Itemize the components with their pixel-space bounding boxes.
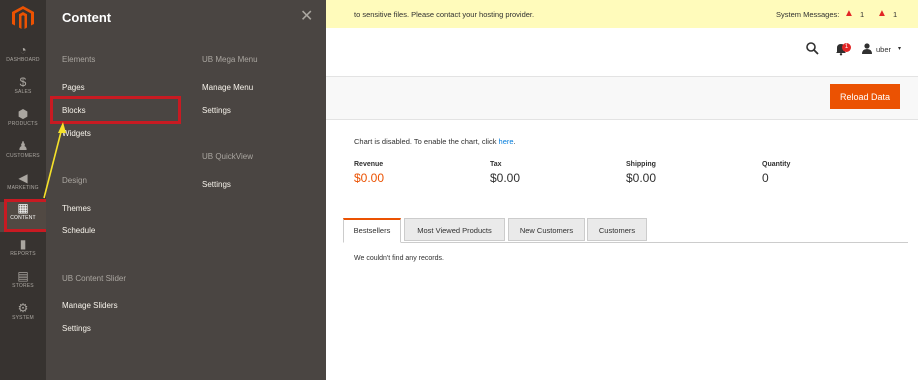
magento-logo[interactable] — [12, 6, 34, 30]
close-icon[interactable]: ✕ — [300, 6, 313, 26]
chevron-down-icon[interactable]: ▾ — [898, 45, 901, 52]
chart-message-end: . — [513, 137, 516, 146]
cube-icon: ⬢ — [17, 107, 29, 121]
nav-label: REPORTS — [10, 251, 36, 257]
menu-link-themes[interactable]: Themes — [62, 204, 91, 213]
store-icon: ▤ — [17, 269, 29, 283]
tab-most-viewed-products[interactable]: Most Viewed Products — [404, 218, 505, 241]
menu-link-manage-menu[interactable]: Manage Menu — [202, 83, 253, 92]
stat-value: $0.00 — [490, 171, 521, 185]
nav-label: MARKETING — [7, 185, 39, 191]
stat-shipping: Shipping $0.00 — [626, 161, 656, 185]
warning-icon[interactable]: ▲ — [844, 8, 854, 19]
blocks-highlight-box — [50, 96, 181, 124]
content-flyout-menu: Content ✕ Elements Pages Blocks Widgets … — [46, 0, 326, 380]
nav-label: STORES — [12, 283, 34, 289]
search-icon[interactable] — [806, 42, 819, 55]
stat-label: Quantity — [762, 161, 791, 168]
user-icon[interactable] — [862, 43, 872, 54]
dollar-icon: $ — [19, 75, 27, 89]
menu-link-widgets[interactable]: Widgets — [62, 129, 91, 138]
stat-tax: Tax $0.00 — [490, 161, 520, 185]
nav-item-customers[interactable]: ♟ CUSTOMERS — [0, 140, 46, 172]
stat-revenue: Revenue $0.00 — [354, 161, 384, 185]
admin-nav-bar: ◔ DASHBOARD $ SALES ⬢ PRODUCTS ♟ CUSTOME… — [0, 0, 46, 380]
nav-item-sales[interactable]: $ SALES — [0, 76, 46, 108]
nav-item-dashboard[interactable]: ◔ DASHBOARD — [0, 44, 46, 76]
stat-label: Revenue — [354, 161, 384, 168]
nav-item-products[interactable]: ⬢ PRODUCTS — [0, 108, 46, 140]
nav-label: SALES — [14, 89, 32, 95]
group-title-content-slider: UB Content Slider — [62, 274, 127, 283]
nav-item-reports[interactable]: ▮ REPORTS — [0, 238, 46, 270]
warning-count: 1 — [860, 10, 865, 19]
nav-label: SYSTEM — [12, 315, 34, 321]
nav-label: DASHBOARD — [6, 57, 40, 63]
menu-link-pages[interactable]: Pages — [62, 83, 85, 92]
group-title-design: Design — [62, 176, 87, 185]
person-icon: ♟ — [17, 139, 29, 153]
warning-count: 1 — [893, 10, 898, 19]
menu-link-manage-sliders[interactable]: Manage Sliders — [62, 301, 118, 310]
stat-quantity: Quantity 0 — [762, 161, 790, 185]
nav-label: PRODUCTS — [8, 121, 38, 127]
dashboard-icon: ◔ — [19, 43, 27, 57]
stat-label: Tax — [490, 161, 502, 168]
menu-link-slider-settings[interactable]: Settings — [62, 324, 91, 333]
tab-customers[interactable]: Customers — [587, 218, 647, 241]
dashboard-tabs: Bestsellers Most Viewed Products New Cus… — [343, 218, 908, 243]
tab-bestsellers[interactable]: Bestsellers — [343, 218, 401, 243]
tab-new-customers[interactable]: New Customers — [508, 218, 585, 241]
system-notice-bar: to sensitive files. Please contact your … — [326, 0, 918, 28]
notice-text: to sensitive files. Please contact your … — [354, 10, 535, 19]
chart-disabled-message: Chart is disabled. To enable the chart, … — [354, 137, 516, 146]
stat-value: 0 — [762, 171, 769, 185]
page-header: 1 uber ▾ — [326, 28, 918, 77]
reload-data-button[interactable]: Reload Data — [830, 84, 900, 109]
flyout-title: Content — [62, 10, 112, 25]
stat-value: $0.00 — [626, 171, 657, 185]
menu-link-quickview-settings[interactable]: Settings — [202, 180, 231, 189]
nav-item-system[interactable]: ⚙ SYSTEM — [0, 302, 46, 334]
user-name[interactable]: uber — [876, 45, 891, 54]
nav-label: CUSTOMERS — [6, 153, 40, 159]
warning-icon[interactable]: ▲ — [877, 8, 887, 19]
empty-state-message: We couldn't find any records. — [354, 255, 444, 262]
chart-message-text: Chart is disabled. To enable the chart, … — [354, 137, 499, 146]
stat-label: Shipping — [626, 161, 656, 168]
gear-icon: ⚙ — [17, 301, 29, 315]
enable-chart-link[interactable]: here — [499, 137, 514, 146]
group-title-elements: Elements — [62, 55, 96, 64]
menu-link-schedule[interactable]: Schedule — [62, 226, 95, 235]
system-messages-label[interactable]: System Messages: — [776, 10, 839, 19]
bar-chart-icon: ▮ — [19, 237, 27, 251]
megaphone-icon: ◀ — [18, 171, 28, 185]
menu-link-mega-menu-settings[interactable]: Settings — [202, 106, 231, 115]
stat-value: $0.00 — [354, 171, 385, 185]
nav-item-stores[interactable]: ▤ STORES — [0, 270, 46, 302]
group-title-mega-menu: UB Mega Menu — [202, 55, 258, 64]
page-actions-toolbar: Reload Data — [326, 77, 918, 120]
group-title-quickview: UB QuickView — [202, 152, 253, 161]
notification-count-badge: 1 — [842, 43, 851, 52]
